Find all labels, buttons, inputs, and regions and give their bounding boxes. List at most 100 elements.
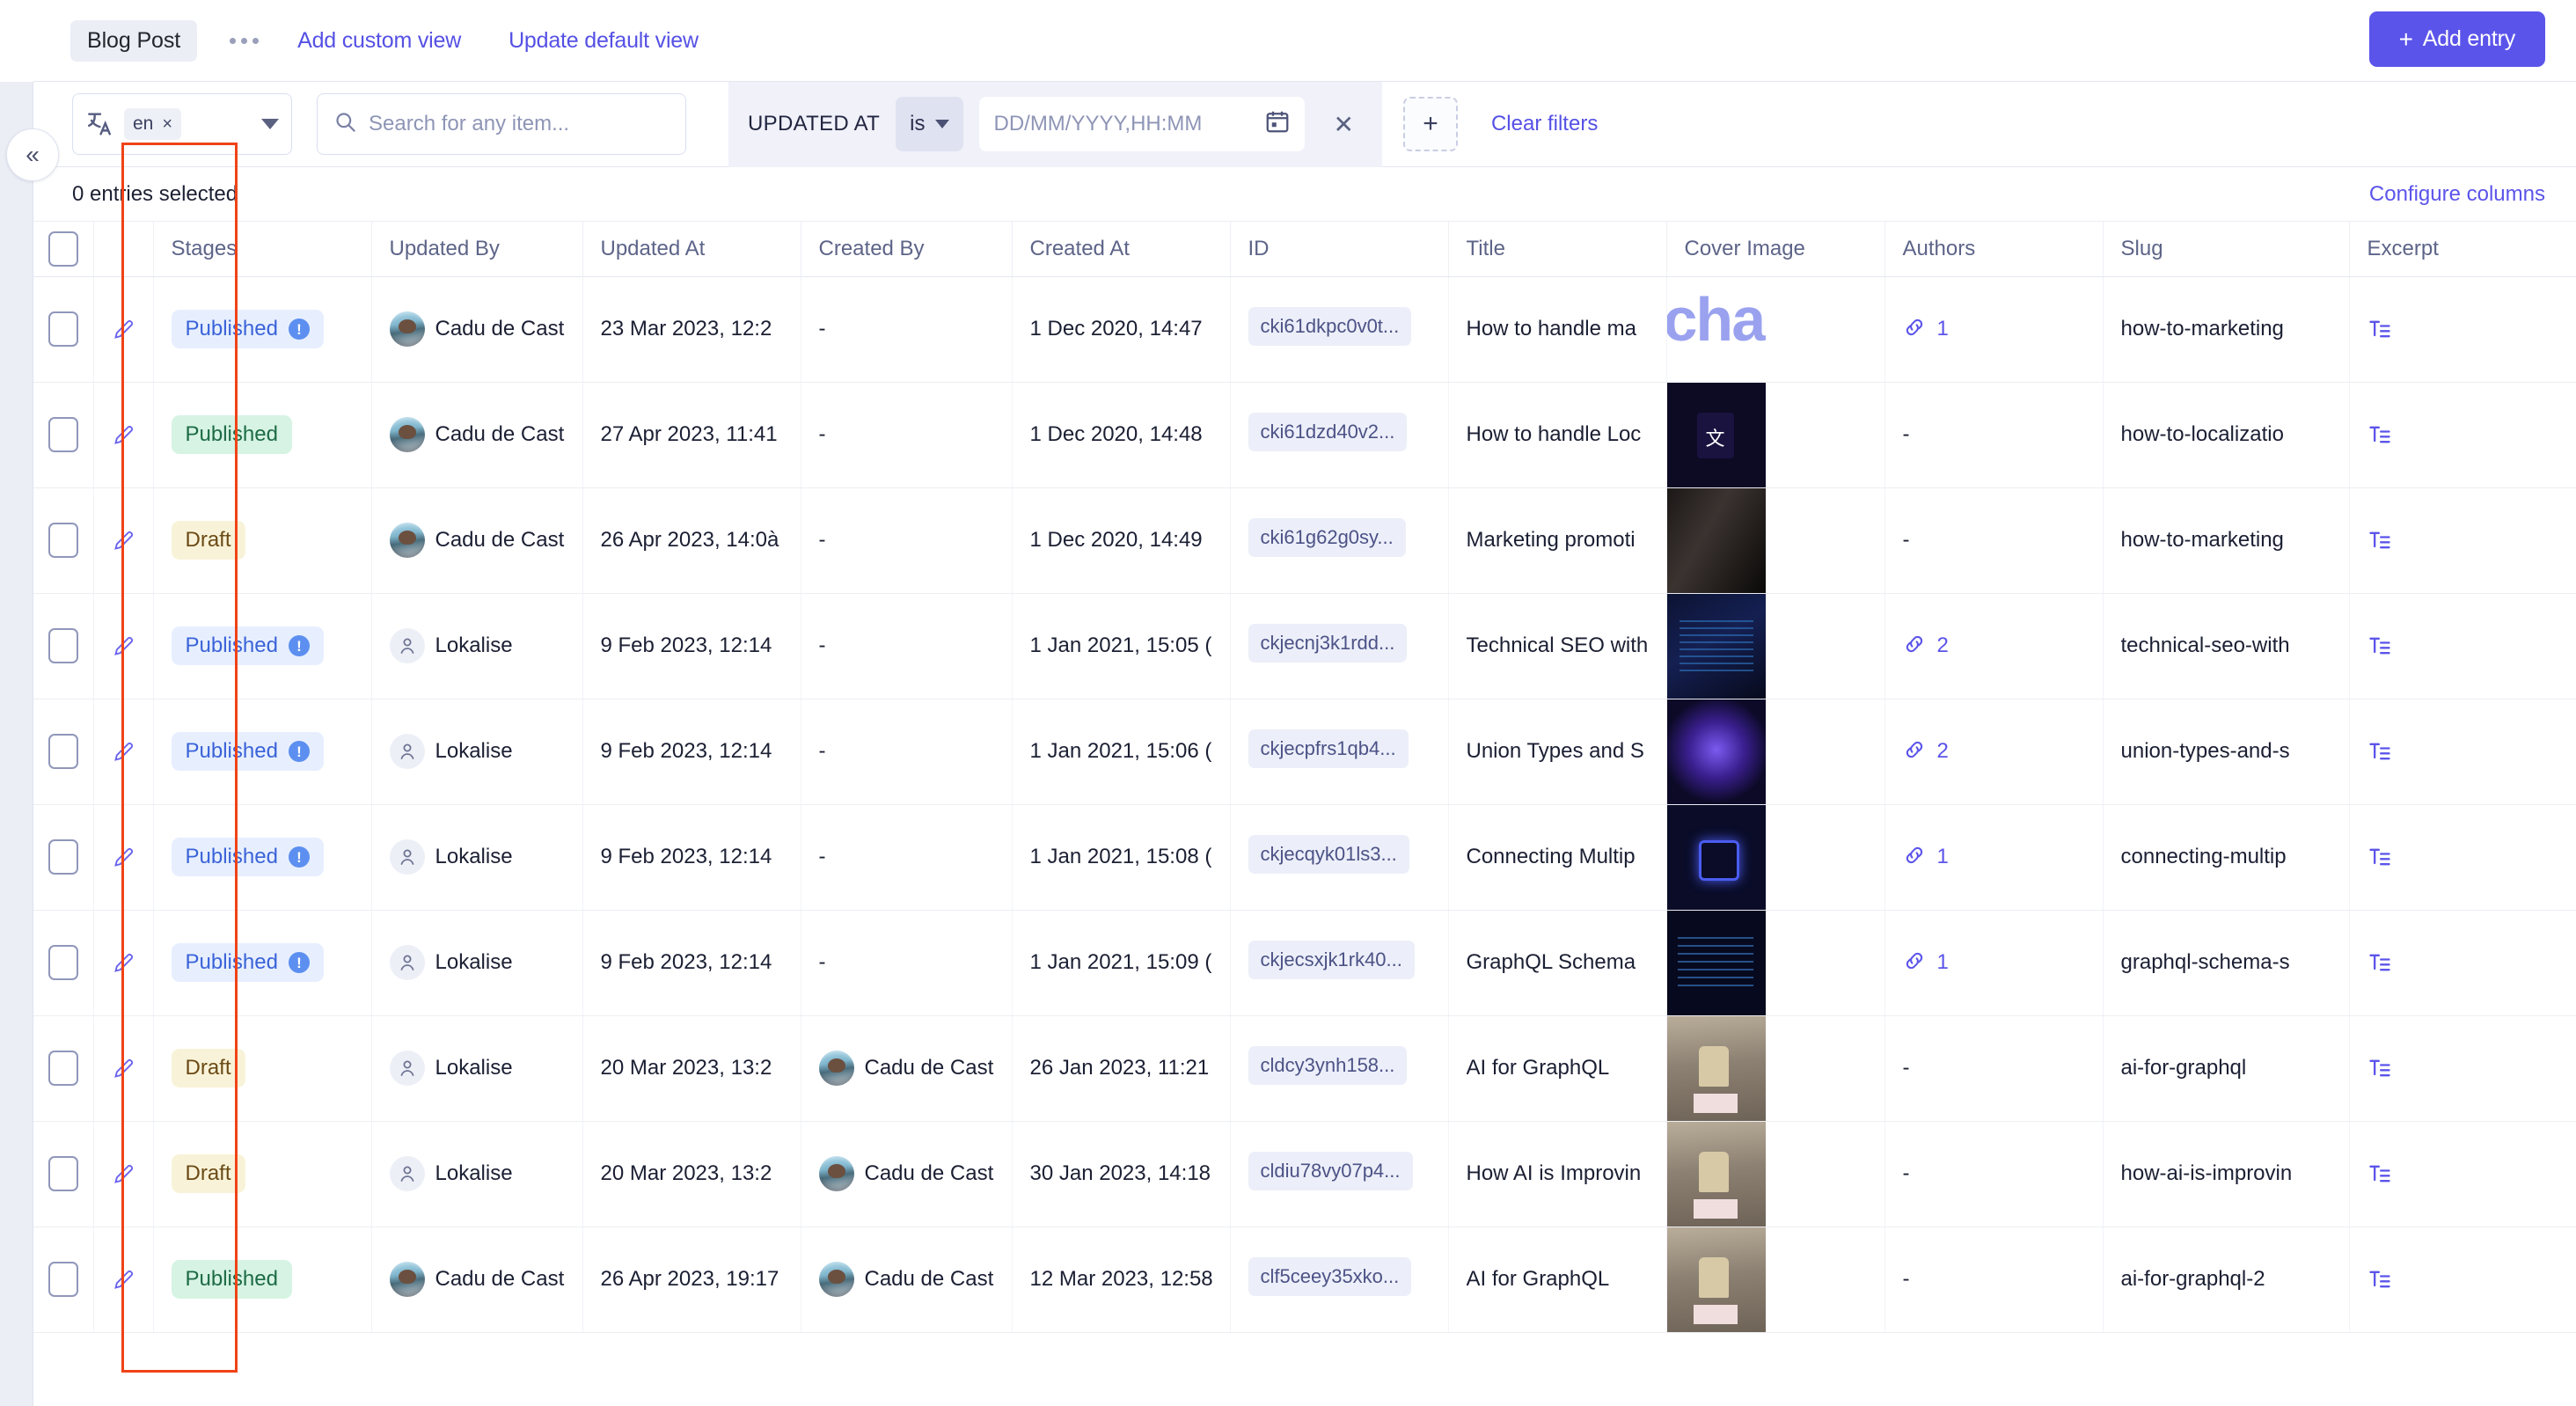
cell-cover-image[interactable] [1666, 593, 1884, 699]
cell-id[interactable]: cki61dzd40v2... [1230, 382, 1448, 487]
cell-excerpt[interactable] [2349, 699, 2576, 804]
cell-stage[interactable]: Draft [153, 487, 371, 593]
cover-image-thumbnail[interactable] [1667, 1016, 1766, 1121]
row-checkbox[interactable] [48, 839, 78, 875]
cover-image-thumbnail[interactable] [1667, 488, 1766, 593]
table-row[interactable]: DraftLokalise20 Mar 2023, 13:2Cadu de Ca… [33, 1015, 2576, 1121]
id-chip[interactable]: cki61dzd40v2... [1248, 413, 1408, 451]
cover-image-thumbnail[interactable] [1667, 911, 1766, 1015]
excerpt-icon[interactable] [2367, 1161, 2576, 1186]
row-edit-cell[interactable] [93, 487, 153, 593]
pencil-icon[interactable] [112, 318, 135, 341]
add-filter-button[interactable]: + [1403, 97, 1458, 151]
excerpt-icon[interactable] [2367, 845, 2576, 869]
row-edit-cell[interactable] [93, 1227, 153, 1332]
cover-image-thumbnail[interactable] [1667, 1227, 1766, 1332]
excerpt-icon[interactable] [2367, 422, 2576, 447]
pencil-icon[interactable] [112, 1268, 135, 1292]
search-input[interactable] [369, 112, 670, 136]
row-edit-cell[interactable] [93, 699, 153, 804]
row-select-cell[interactable] [33, 276, 93, 382]
cell-excerpt[interactable] [2349, 1121, 2576, 1227]
row-checkbox[interactable] [48, 311, 78, 347]
calendar-icon[interactable] [1264, 108, 1291, 141]
row-select-cell[interactable] [33, 699, 93, 804]
cell-stage[interactable]: Published! [153, 699, 371, 804]
row-checkbox[interactable] [48, 1051, 78, 1086]
id-chip[interactable]: cldcy3ynh158... [1248, 1046, 1408, 1085]
status-badge[interactable]: Published! [172, 310, 324, 348]
close-icon[interactable]: × [162, 114, 172, 135]
column-header-cover-image[interactable]: Cover Image [1666, 222, 1884, 276]
status-badge[interactable]: Published! [172, 838, 324, 876]
clear-filters-button[interactable]: Clear filters [1491, 112, 1598, 136]
excerpt-icon[interactable] [2367, 739, 2576, 764]
table-row[interactable]: Published!Lokalise9 Feb 2023, 12:14-1 Ja… [33, 910, 2576, 1015]
cell-excerpt[interactable] [2349, 593, 2576, 699]
table-row[interactable]: PublishedCadu de Cast27 Apr 2023, 11:41-… [33, 382, 2576, 487]
row-edit-cell[interactable] [93, 1121, 153, 1227]
cell-id[interactable]: cldcy3ynh158... [1230, 1015, 1448, 1121]
id-chip[interactable]: clf5ceey35xko... [1248, 1257, 1412, 1296]
cell-cover-image[interactable] [1666, 382, 1884, 487]
cell-excerpt[interactable] [2349, 804, 2576, 910]
column-header-created-at[interactable]: Created At [1012, 222, 1230, 276]
select-all-checkbox[interactable] [48, 231, 78, 267]
cell-cover-image[interactable] [1666, 699, 1884, 804]
id-chip[interactable]: ckjecsxjk1rk40... [1248, 941, 1415, 979]
cell-cover-image[interactable] [1666, 276, 1884, 382]
row-select-cell[interactable] [33, 382, 93, 487]
column-header-excerpt[interactable]: Excerpt [2349, 222, 2576, 276]
cell-excerpt[interactable] [2349, 487, 2576, 593]
filter-date-input[interactable]: DD/MM/YYYY,HH:MM [979, 97, 1305, 151]
cell-cover-image[interactable] [1666, 910, 1884, 1015]
column-header-title[interactable]: Title [1448, 222, 1666, 276]
excerpt-icon[interactable] [2367, 950, 2576, 975]
status-badge[interactable]: Published! [172, 626, 324, 665]
filter-operator-select[interactable]: is [896, 97, 963, 151]
row-select-cell[interactable] [33, 804, 93, 910]
cell-id[interactable]: cldiu78vy07p4... [1230, 1121, 1448, 1227]
row-select-cell[interactable] [33, 1015, 93, 1121]
cell-stage[interactable]: Published! [153, 804, 371, 910]
pencil-icon[interactable] [112, 740, 135, 764]
id-chip[interactable]: ckjecqyk01ls3... [1248, 835, 1409, 874]
id-chip[interactable]: ckjecnj3k1rdd... [1248, 624, 1408, 663]
row-select-cell[interactable] [33, 593, 93, 699]
status-badge[interactable]: Published! [172, 943, 324, 982]
status-badge[interactable]: Draft [172, 1049, 245, 1087]
row-checkbox[interactable] [48, 523, 78, 558]
cell-excerpt[interactable] [2349, 1227, 2576, 1332]
cover-image-thumbnail[interactable] [1667, 1122, 1766, 1227]
row-checkbox[interactable] [48, 417, 78, 452]
configure-columns-button[interactable]: Configure columns [2369, 182, 2545, 207]
cell-cover-image[interactable] [1666, 1121, 1884, 1227]
row-edit-cell[interactable] [93, 593, 153, 699]
cover-image-thumbnail[interactable] [1667, 699, 1766, 804]
column-header-authors[interactable]: Authors [1884, 222, 2103, 276]
table-row[interactable]: Published!Lokalise9 Feb 2023, 12:14-1 Ja… [33, 804, 2576, 910]
excerpt-icon[interactable] [2367, 317, 2576, 341]
cell-stage[interactable]: Published! [153, 910, 371, 1015]
status-badge[interactable]: Published [172, 415, 292, 454]
row-checkbox[interactable] [48, 945, 78, 980]
pencil-icon[interactable] [112, 423, 135, 447]
cell-stage[interactable]: Published! [153, 593, 371, 699]
add-custom-view-button[interactable]: Add custom view [297, 28, 461, 54]
remove-filter-icon[interactable]: ✕ [1321, 110, 1365, 139]
status-badge[interactable]: Draft [172, 1154, 245, 1193]
table-row[interactable]: DraftCadu de Cast26 Apr 2023, 14:0à-1 De… [33, 487, 2576, 593]
chevron-down-icon[interactable] [261, 119, 279, 129]
search-box[interactable] [317, 93, 686, 155]
cell-cover-image[interactable] [1666, 1015, 1884, 1121]
cell-excerpt[interactable] [2349, 1015, 2576, 1121]
status-badge[interactable]: Published! [172, 732, 324, 771]
row-select-cell[interactable] [33, 910, 93, 1015]
table-row[interactable]: PublishedCadu de Cast26 Apr 2023, 19:17C… [33, 1227, 2576, 1332]
cell-cover-image[interactable] [1666, 804, 1884, 910]
cell-id[interactable]: ckjecpfrs1qb4... [1230, 699, 1448, 804]
row-edit-cell[interactable] [93, 1015, 153, 1121]
authors-link-count[interactable]: 2 [1903, 738, 2103, 765]
cell-excerpt[interactable] [2349, 276, 2576, 382]
column-header-updated-at[interactable]: Updated At [582, 222, 801, 276]
